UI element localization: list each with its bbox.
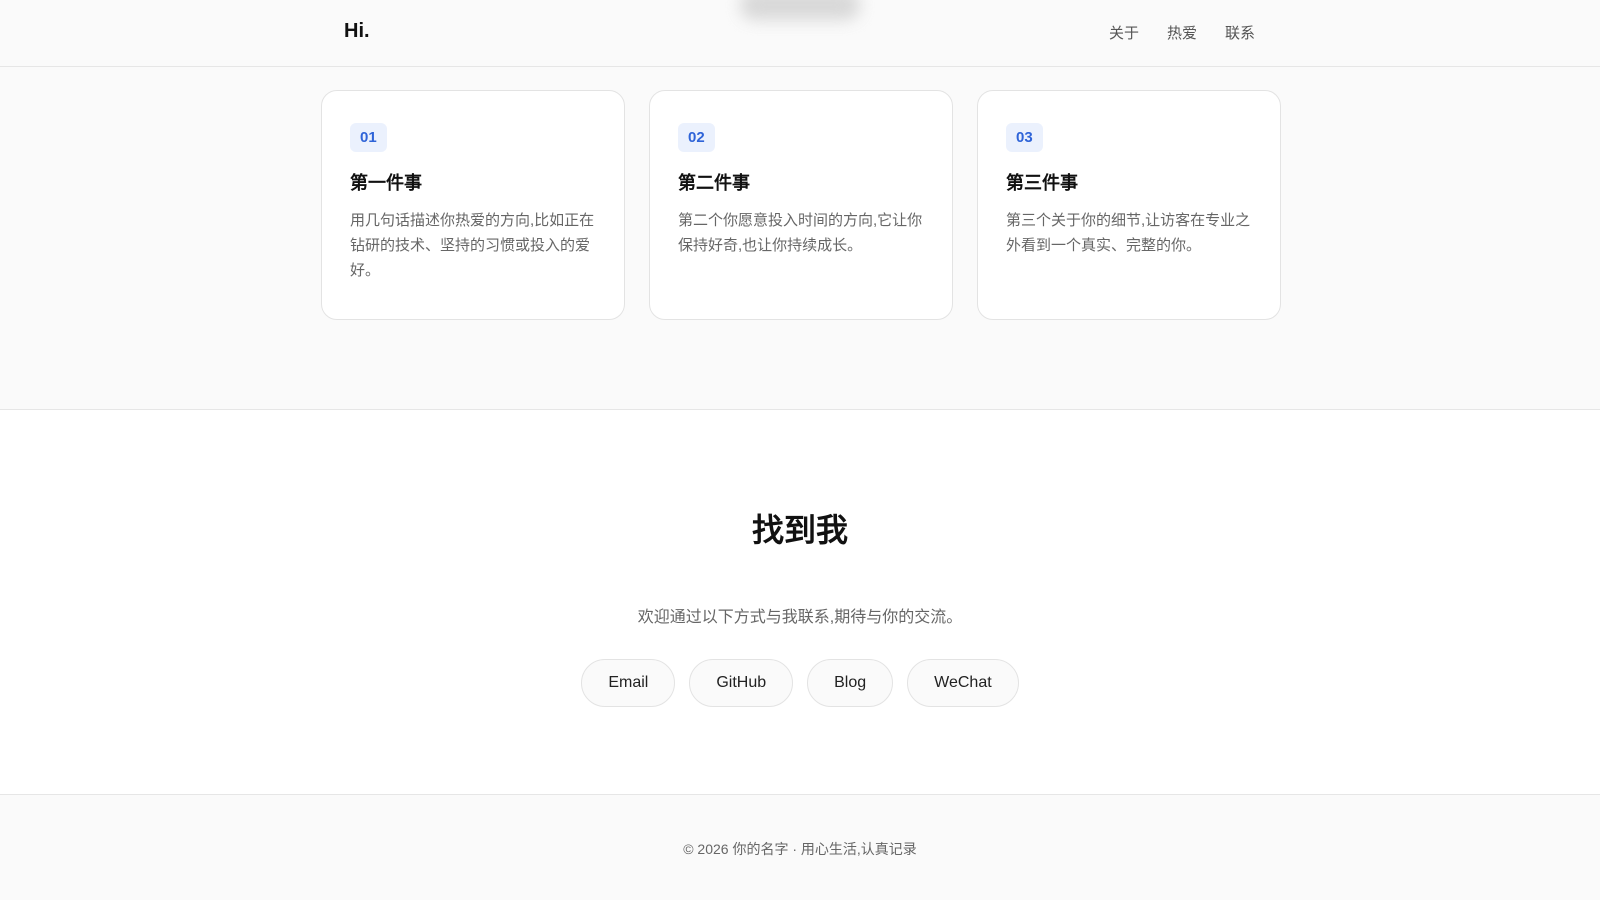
contact-heading: 找到我 <box>751 512 848 548</box>
top-nav: Hi. 关于 热爱 联系 <box>0 0 1600 67</box>
card-description: 第三个关于你的细节,让访客在专业之外看到一个真实、完整的你。 <box>1006 212 1251 254</box>
passion-card-3: 03 第三件事 第三个关于你的细节,让访客在专业之外看到一个真实、完整的你。 <box>977 90 1281 320</box>
card-number-badge: 03 <box>1006 123 1043 152</box>
site-logo[interactable]: Hi. <box>344 20 370 43</box>
contact-buttons: Email GitHub Blog WeChat <box>0 659 1600 707</box>
contact-section: 找到我 欢迎通过以下方式与我联系,期待与你的交流。 Email GitHub B… <box>0 410 1600 795</box>
card-description: 第二个你愿意投入时间的方向,它让你保持好奇,也让你持续成长。 <box>678 212 923 254</box>
footer: © 2026 你的名字 · 用心生活,认真记录 <box>0 795 1600 900</box>
card-number-badge: 01 <box>350 123 387 152</box>
contact-subtitle: 欢迎通过以下方式与我联系,期待与你的交流。 <box>637 609 963 626</box>
email-button[interactable]: Email <box>581 659 676 707</box>
blog-button[interactable]: Blog <box>807 659 894 707</box>
blurred-decoration <box>740 0 860 20</box>
github-button[interactable]: GitHub <box>689 659 794 707</box>
nav-link-contact[interactable]: 联系 <box>1225 22 1255 43</box>
card-title: 第一件事 <box>350 173 422 193</box>
passion-card-2: 02 第二件事 第二个你愿意投入时间的方向,它让你保持好奇,也让你持续成长。 <box>649 90 953 320</box>
nav-links: 关于 热爱 联系 <box>1109 22 1255 43</box>
footer-text: © 2026 你的名字 · 用心生活,认真记录 <box>683 841 917 857</box>
card-number-badge: 02 <box>678 123 715 152</box>
passion-card-1: 01 第一件事 用几句话描述你热爱的方向,比如正在钻研的技术、坚持的习惯或投入的… <box>321 90 625 320</box>
card-description: 用几句话描述你热爱的方向,比如正在钻研的技术、坚持的习惯或投入的爱好。 <box>350 212 595 279</box>
wechat-button[interactable]: WeChat <box>907 659 1019 707</box>
card-title: 第三件事 <box>1006 173 1078 193</box>
card-title: 第二件事 <box>678 173 750 193</box>
nav-link-passion[interactable]: 热爱 <box>1167 22 1197 43</box>
nav-link-about[interactable]: 关于 <box>1109 22 1139 43</box>
passion-section: 01 第一件事 用几句话描述你热爱的方向,比如正在钻研的技术、坚持的习惯或投入的… <box>0 67 1600 410</box>
